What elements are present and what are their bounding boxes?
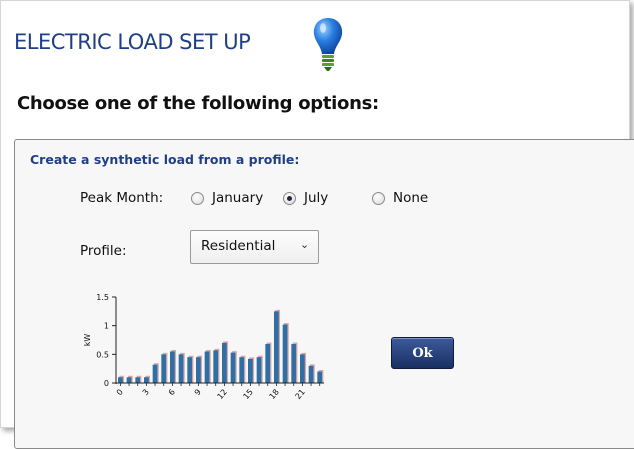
profile-select[interactable]: Residential ⌄ [190, 230, 319, 264]
bar [317, 371, 323, 383]
bar [196, 357, 201, 383]
x-tick-label: 3 [141, 388, 151, 398]
profile-label: Profile: [80, 243, 127, 259]
bar [126, 377, 132, 383]
y-tick-label: 0 [104, 379, 109, 388]
bar [187, 357, 193, 383]
instructions-heading: Choose one of the following options: [17, 93, 379, 114]
x-tick-label: 12 [215, 388, 228, 402]
radio-july-label: July [304, 190, 329, 206]
bar [144, 377, 149, 383]
bar [204, 351, 210, 383]
page-title: ELECTRIC LOAD SET UP [14, 30, 251, 54]
x-tick-label: 15 [241, 388, 254, 402]
panel-title: Create a synthetic load from a profile: [30, 152, 300, 167]
bar [135, 377, 141, 383]
peak-month-label: Peak Month: [80, 190, 164, 206]
bar [213, 350, 219, 383]
radio-july[interactable]: July [283, 190, 328, 206]
bar [230, 352, 236, 383]
bar [265, 344, 271, 383]
lightbulb-icon [313, 18, 343, 71]
bar [274, 311, 279, 383]
bar [170, 351, 175, 383]
bar [152, 364, 158, 383]
bar [118, 377, 123, 383]
load-profile-chart: 0 0.5 1 1.5 kW 0 3 6 9 12 15 18 21 [83, 293, 324, 402]
bar [239, 357, 245, 383]
radio-january-button[interactable] [191, 191, 204, 205]
profile-select-value: Residential [201, 238, 276, 254]
bar [300, 354, 305, 383]
y-tick-label: 1.5 [96, 293, 109, 302]
y-axis-label: kW [83, 334, 92, 347]
ok-button[interactable]: Ok [391, 337, 454, 369]
bar [161, 354, 167, 383]
bar [178, 354, 184, 383]
x-tick-label: 18 [267, 388, 280, 402]
x-tick-label: 9 [193, 388, 203, 398]
x-tick-label: 21 [293, 388, 306, 402]
bar [222, 342, 227, 383]
x-tick-label: 0 [115, 388, 125, 398]
bar [291, 344, 297, 383]
y-tick-label: 0.5 [96, 350, 109, 359]
bar [256, 357, 262, 383]
radio-none-label: None [393, 190, 429, 206]
bar [308, 365, 314, 383]
radio-january-label: January [212, 190, 264, 206]
radio-january[interactable]: January [191, 190, 263, 206]
radio-none[interactable]: None [372, 190, 428, 206]
radio-none-button[interactable] [372, 191, 385, 205]
y-tick-label: 1 [104, 322, 109, 331]
bar [282, 324, 288, 383]
radio-july-button[interactable] [283, 191, 296, 205]
x-tick-label: 6 [167, 388, 177, 398]
bar [248, 358, 253, 383]
chevron-down-icon: ⌄ [300, 238, 310, 251]
